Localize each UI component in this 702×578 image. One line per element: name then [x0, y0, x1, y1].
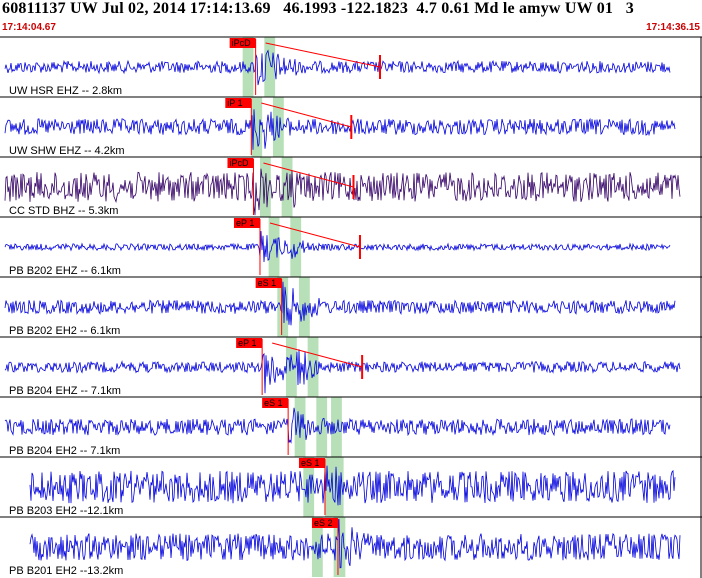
traces: iPcD UW HSR EHZ -- 2.8km iP 1 UW SHW EHZ --… — [0, 36, 702, 578]
pick-label: eS 1 — [264, 398, 283, 408]
trace-row: iPcD CC STD BHZ -- 5.3km — [0, 156, 702, 217]
phase-band — [272, 97, 284, 157]
trace-row: eS 1 PB B202 EH2 -- 6.1km — [0, 276, 702, 337]
trace-label: PB B201 EH2 --13.2km — [9, 565, 123, 577]
phase-band — [290, 217, 302, 277]
trace-row: eP 1 PB B202 EHZ -- 6.1km — [0, 216, 702, 277]
trace-label: UW SHW EHZ -- 4.2km — [9, 145, 125, 157]
trace-row: eP 1 PB B204 EHZ -- 7.1km — [0, 336, 702, 397]
coda-line — [265, 42, 381, 68]
waveform — [29, 518, 681, 569]
trace-row: iPcD UW HSR EHZ -- 2.8km — [0, 36, 702, 97]
trace-row: iP 1 UW SHW EHZ -- 4.2km — [0, 96, 702, 157]
trace-label: PB B202 EHZ -- 6.1km — [9, 265, 121, 277]
coda-line — [269, 222, 361, 248]
trace-row: eS 1 PB B203 EH2 --12.1km — [0, 456, 702, 517]
trace-label: UW HSR EHZ -- 2.8km — [9, 85, 122, 97]
pick-label: eS 1 — [258, 278, 277, 288]
pick-label: eS 1 — [301, 458, 320, 468]
seismogram-plot: iPcD UW HSR EHZ -- 2.8km iP 1 UW SHW EHZ --… — [0, 36, 702, 578]
waveform — [4, 49, 671, 86]
phase-band — [264, 37, 276, 97]
pick-label: eS 2 — [314, 518, 333, 528]
pick-label: iP 1 — [227, 98, 242, 108]
trace-label: CC STD BHZ -- 5.3km — [9, 205, 118, 217]
waveform — [29, 465, 676, 506]
pick-label: iPcD — [232, 38, 252, 48]
trace-label: PB B204 EHZ -- 7.1km — [9, 385, 121, 397]
phase-bands — [242, 37, 346, 577]
trace-row: eS 1 PB B204 EH2 -- 7.1km — [0, 396, 702, 457]
pick-label: iPcD — [229, 158, 249, 168]
trace-label: PB B203 EH2 --12.1km — [9, 505, 123, 517]
waveform — [4, 109, 676, 150]
pick-label: eP 1 — [238, 338, 256, 348]
pick-label: eP 1 — [236, 218, 254, 228]
waveform — [4, 281, 676, 326]
trace-label: PB B202 EH2 -- 6.1km — [9, 325, 120, 337]
trace-label: PB B204 EH2 -- 7.1km — [9, 445, 120, 457]
waveform — [4, 230, 671, 263]
trace-row: eS 2 PB B201 EH2 --13.2km — [0, 516, 702, 577]
